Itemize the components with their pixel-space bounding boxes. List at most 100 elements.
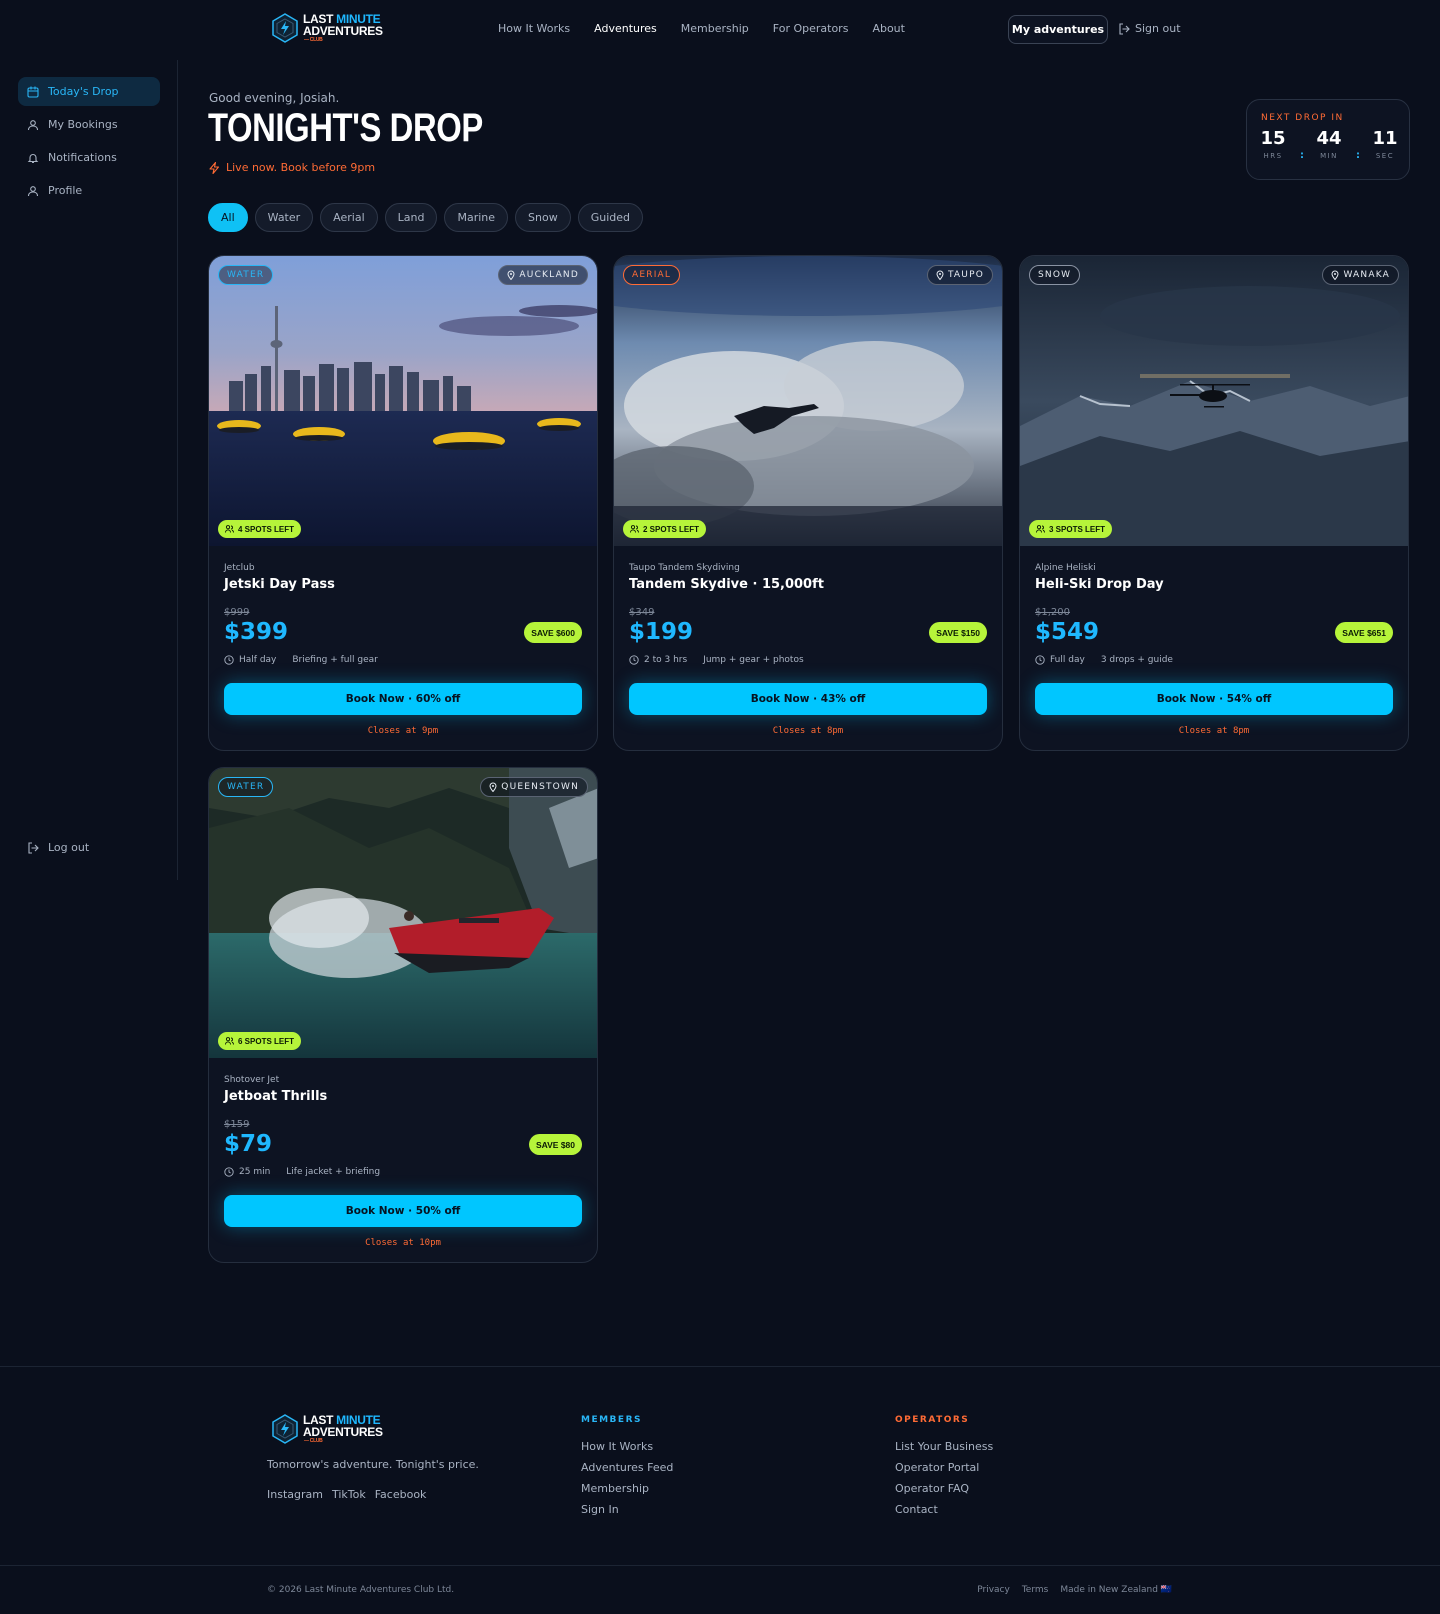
nav-how-it-works[interactable]: How It Works — [498, 22, 570, 35]
clock-icon — [1035, 655, 1045, 665]
sign-out-label: Sign out — [1135, 22, 1181, 35]
adventure-meta: 2 to 3 hrs Jump + gear + photos — [629, 655, 804, 665]
adventure-card[interactable]: WATER QUEENSTOWN 6 SPOTS LEFT Shotover J… — [208, 767, 598, 1263]
book-now-button[interactable]: Book Now · 50% off — [224, 1195, 582, 1227]
includes: Life jacket + briefing — [286, 1167, 381, 1177]
footer-brand-logo[interactable]: LAST MINUTE ADVENTURES — CLUB — [271, 1414, 383, 1444]
card-photo-jetski — [209, 256, 597, 546]
adventure-name: Tandem Skydive · 15,000ft — [629, 577, 824, 592]
adventure-card[interactable]: SNOW WANAKA 3 SPOTS LEFT Alpine Heliski … — [1019, 255, 1409, 751]
filter-marine[interactable]: Marine — [444, 203, 509, 232]
logout-button[interactable]: Log out — [18, 833, 160, 862]
spots-left-label: 3 SPOTS LEFT — [1049, 524, 1106, 534]
filter-all[interactable]: All — [208, 203, 248, 232]
footer — [0, 1366, 1440, 1566]
adventure-meta: 25 min Life jacket + briefing — [224, 1167, 380, 1177]
filter-land[interactable]: Land — [384, 203, 438, 232]
countdown-seconds-value: 11 — [1372, 128, 1398, 149]
footer-link[interactable]: Sign In — [581, 1499, 673, 1520]
original-price: $1,200 — [1035, 607, 1070, 618]
sign-out-link[interactable]: Sign out — [1118, 22, 1181, 35]
nav-about[interactable]: About — [872, 22, 905, 35]
clock-icon — [224, 1167, 234, 1177]
nav-adventures[interactable]: Adventures — [594, 22, 657, 35]
sidebar-item-notifications[interactable]: Notifications — [18, 143, 160, 172]
brand-line2: ADVENTURES — [303, 1425, 383, 1439]
sign-out-icon — [1119, 22, 1130, 35]
footer-link[interactable]: How It Works — [581, 1436, 673, 1457]
legal-links: Privacy Terms Made in New Zealand 🇳🇿 — [977, 1585, 1172, 1595]
footer-link[interactable]: Contact — [895, 1499, 993, 1520]
countdown-minutes: 44 MIN — [1309, 128, 1349, 160]
social-instagram[interactable]: Instagram — [267, 1488, 323, 1501]
countdown-seconds: 11 SEC — [1365, 128, 1405, 160]
nav-for-operators[interactable]: For Operators — [773, 22, 849, 35]
users-icon — [225, 1037, 234, 1045]
footer-link[interactable]: Operator FAQ — [895, 1478, 993, 1499]
original-price: $999 — [224, 607, 250, 618]
footer-members-heading: MEMBERS — [581, 1415, 642, 1425]
location-tag: QUEENSTOWN — [480, 777, 588, 797]
users-icon — [630, 525, 639, 533]
privacy-link[interactable]: Privacy — [977, 1585, 1010, 1595]
spots-left-badge: 3 SPOTS LEFT — [1029, 520, 1113, 538]
filter-snow[interactable]: Snow — [515, 203, 571, 232]
terms-link[interactable]: Terms — [1022, 1585, 1049, 1595]
savings-badge: SAVE $651 — [1335, 622, 1393, 643]
logout-icon — [28, 841, 39, 854]
closing-time: Closes at 10pm — [365, 1238, 441, 1248]
sidebar-item-label: My Bookings — [48, 118, 118, 131]
clock-icon — [224, 655, 234, 665]
spots-left-badge: 2 SPOTS LEFT — [623, 520, 707, 538]
user-icon — [27, 185, 39, 196]
book-now-button[interactable]: Book Now · 43% off — [629, 683, 987, 715]
book-now-button[interactable]: Book Now · 60% off — [224, 683, 582, 715]
greeting: Good evening, Josiah. — [209, 91, 340, 105]
countdown-timer: NEXT DROP IN 15 HRS : 44 MIN : 11 SEC — [1246, 99, 1410, 180]
location-tag: WANAKA — [1322, 265, 1399, 285]
filter-aerial[interactable]: Aerial — [320, 203, 378, 232]
footer-link[interactable]: Membership — [581, 1478, 673, 1499]
sidebar-item-my-bookings[interactable]: My Bookings — [18, 110, 160, 139]
social-facebook[interactable]: Facebook — [375, 1488, 427, 1501]
adventure-card[interactable]: WATER AUCKLAND 4 SPOTS LEFT Jetclub Jets… — [208, 255, 598, 751]
lightning-icon — [209, 161, 220, 174]
brand-line3: — CLUB — [304, 37, 323, 43]
my-adventures-button[interactable]: My adventures — [1008, 15, 1108, 44]
user-icon — [27, 119, 39, 130]
location-label: AUCKLAND — [519, 270, 579, 280]
countdown-seconds-label: SEC — [1375, 152, 1395, 160]
adventure-card[interactable]: AERIAL TAUPO 2 SPOTS LEFT Taupo Tandem S… — [613, 255, 1003, 751]
adventure-name: Jetboat Thrills — [224, 1089, 328, 1104]
filter-water[interactable]: Water — [254, 203, 314, 232]
social-tiktok[interactable]: TikTok — [332, 1488, 366, 1501]
category-tag: WATER — [218, 777, 274, 797]
sale-price: $199 — [629, 619, 694, 645]
duration: 2 to 3 hrs — [644, 655, 688, 665]
category-filters: All Water Aerial Land Marine Snow Guided — [208, 203, 644, 232]
sidebar-item-profile[interactable]: Profile — [18, 176, 160, 205]
users-icon — [1036, 525, 1045, 533]
sidebar-item-todays-drop[interactable]: Today's Drop — [18, 77, 160, 106]
made-in-nz: Made in New Zealand 🇳🇿 — [1060, 1585, 1172, 1595]
nav-membership[interactable]: Membership — [681, 22, 749, 35]
adventure-name: Jetski Day Pass — [224, 577, 335, 592]
users-icon — [225, 525, 234, 533]
brand-logo[interactable]: LAST MINUTE ADVENTURES — CLUB — [271, 13, 383, 43]
footer-link[interactable]: Operator Portal — [895, 1457, 993, 1478]
sale-price: $79 — [224, 1131, 273, 1157]
sale-price: $549 — [1035, 619, 1100, 645]
clock-icon — [629, 655, 639, 665]
book-now-button[interactable]: Book Now · 54% off — [1035, 683, 1393, 715]
savings-badge: SAVE $80 — [528, 1134, 582, 1155]
sidebar: Today's Drop My Bookings Notifications P… — [0, 60, 178, 880]
filter-guided[interactable]: Guided — [577, 203, 644, 232]
footer-link[interactable]: List Your Business — [895, 1436, 993, 1457]
countdown-label: NEXT DROP IN — [1261, 113, 1344, 123]
live-status: Live now. Book before 9pm — [209, 161, 375, 174]
sale-price: $399 — [224, 619, 289, 645]
footer-link[interactable]: Adventures Feed — [581, 1457, 673, 1478]
countdown-separator: : — [1356, 150, 1360, 161]
map-pin-icon — [507, 270, 515, 280]
location-label: WANAKA — [1343, 270, 1390, 280]
